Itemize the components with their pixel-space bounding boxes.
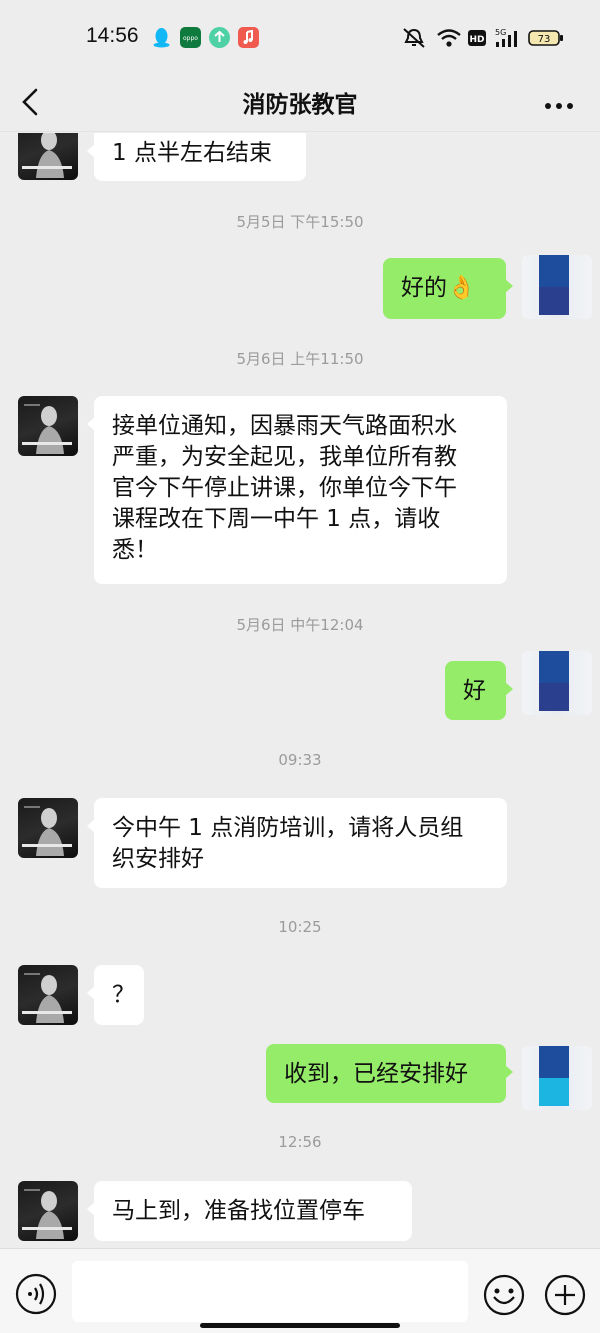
wifi-icon	[436, 26, 462, 50]
contact-avatar[interactable]	[18, 798, 78, 858]
message-bubble[interactable]: ？	[87, 965, 144, 1025]
more-functions-button[interactable]	[543, 1273, 587, 1317]
message-timestamp: 5月5日 下午15:50	[236, 213, 364, 231]
chat-header: 消防张教官	[0, 72, 600, 132]
emoji-button[interactable]	[482, 1273, 526, 1317]
contact-avatar[interactable]	[18, 1181, 78, 1241]
qq-icon	[151, 27, 172, 48]
input-bar	[0, 1248, 600, 1333]
message-timestamp: 10:25	[278, 918, 322, 936]
home-indicator[interactable]	[200, 1323, 400, 1328]
self-avatar[interactable]	[522, 651, 592, 715]
message-text-line: 课程改在下周一中午 1 点，请收	[112, 506, 441, 532]
oppo-icon: oppo	[180, 27, 201, 48]
plus-icon	[544, 1274, 586, 1316]
message-timestamp: 5月6日 中午12:04	[236, 616, 364, 634]
message-bubble[interactable]: 收到，已经安排好	[266, 1044, 513, 1103]
message-text-line: 悉！	[112, 537, 158, 563]
message-text-line: 官今下午停止讲课，你单位今下午	[112, 475, 457, 501]
message-bubble[interactable]: 好	[445, 661, 513, 720]
message-text-line: 严重，为安全起见，我单位所有教	[112, 444, 457, 470]
message-text-line: 织安排好	[112, 846, 204, 872]
message-bubble[interactable]: 马上到，准备找位置停车	[87, 1181, 412, 1241]
message-text-line: 接单位通知，因暴雨天气路面积水	[112, 413, 457, 439]
message-timestamp: 12:56	[278, 1133, 322, 1151]
contact-avatar[interactable]	[18, 396, 78, 456]
message-bubble[interactable]: 好的👌	[383, 258, 513, 319]
self-avatar[interactable]	[522, 1046, 592, 1110]
message-input[interactable]	[72, 1261, 468, 1322]
more-button[interactable]	[544, 96, 574, 109]
message-text: 好	[463, 678, 486, 704]
mute-bell-icon	[401, 26, 427, 50]
hd-icon: HD	[467, 26, 487, 50]
message-timestamp: 09:33	[278, 751, 322, 769]
message-list[interactable]: 1 点半左右结束 5月5日 下午15:50 好的👌 5月6日 上午11:50 接…	[0, 133, 600, 1248]
voice-button[interactable]	[15, 1273, 57, 1315]
svg-text:oppo: oppo	[183, 35, 198, 42]
message-timestamp: 5月6日 上午11:50	[236, 350, 364, 368]
hd-label: HD	[469, 35, 484, 45]
message-text: 马上到，准备找位置停车	[112, 1198, 365, 1224]
message-bubble[interactable]: 今中午 1 点消防培训，请将人员组 织安排好	[87, 798, 507, 888]
more-dots-icon	[545, 103, 573, 109]
status-bar: 14:56 oppo HD 5G 73	[0, 0, 600, 72]
voice-icon	[15, 1273, 57, 1315]
message-text: ？	[112, 982, 135, 1008]
status-time: 14:56	[86, 24, 139, 47]
message-text: 好的👌	[401, 275, 476, 301]
battery-level: 73	[538, 34, 551, 45]
emoji-icon	[483, 1274, 525, 1316]
battery-icon: 73	[528, 26, 564, 50]
message-text: 1 点半左右结束	[112, 140, 272, 166]
message-text-line: 今中午 1 点消防培训，请将人员组	[112, 815, 464, 841]
music-icon	[238, 27, 259, 48]
self-avatar[interactable]	[522, 255, 592, 319]
network-label: 5G	[495, 28, 506, 37]
contact-avatar[interactable]	[18, 965, 78, 1025]
message-bubble[interactable]: 接单位通知，因暴雨天气路面积水 严重，为安全起见，我单位所有教 官今下午停止讲课…	[87, 396, 507, 584]
message-bubble[interactable]: 1 点半左右结束	[87, 133, 306, 181]
contact-avatar[interactable]	[18, 133, 78, 180]
message-text: 收到，已经安排好	[284, 1061, 468, 1087]
signal-icon: 5G	[493, 26, 521, 50]
chat-title: 消防张教官	[242, 92, 358, 118]
upload-icon	[209, 27, 230, 48]
